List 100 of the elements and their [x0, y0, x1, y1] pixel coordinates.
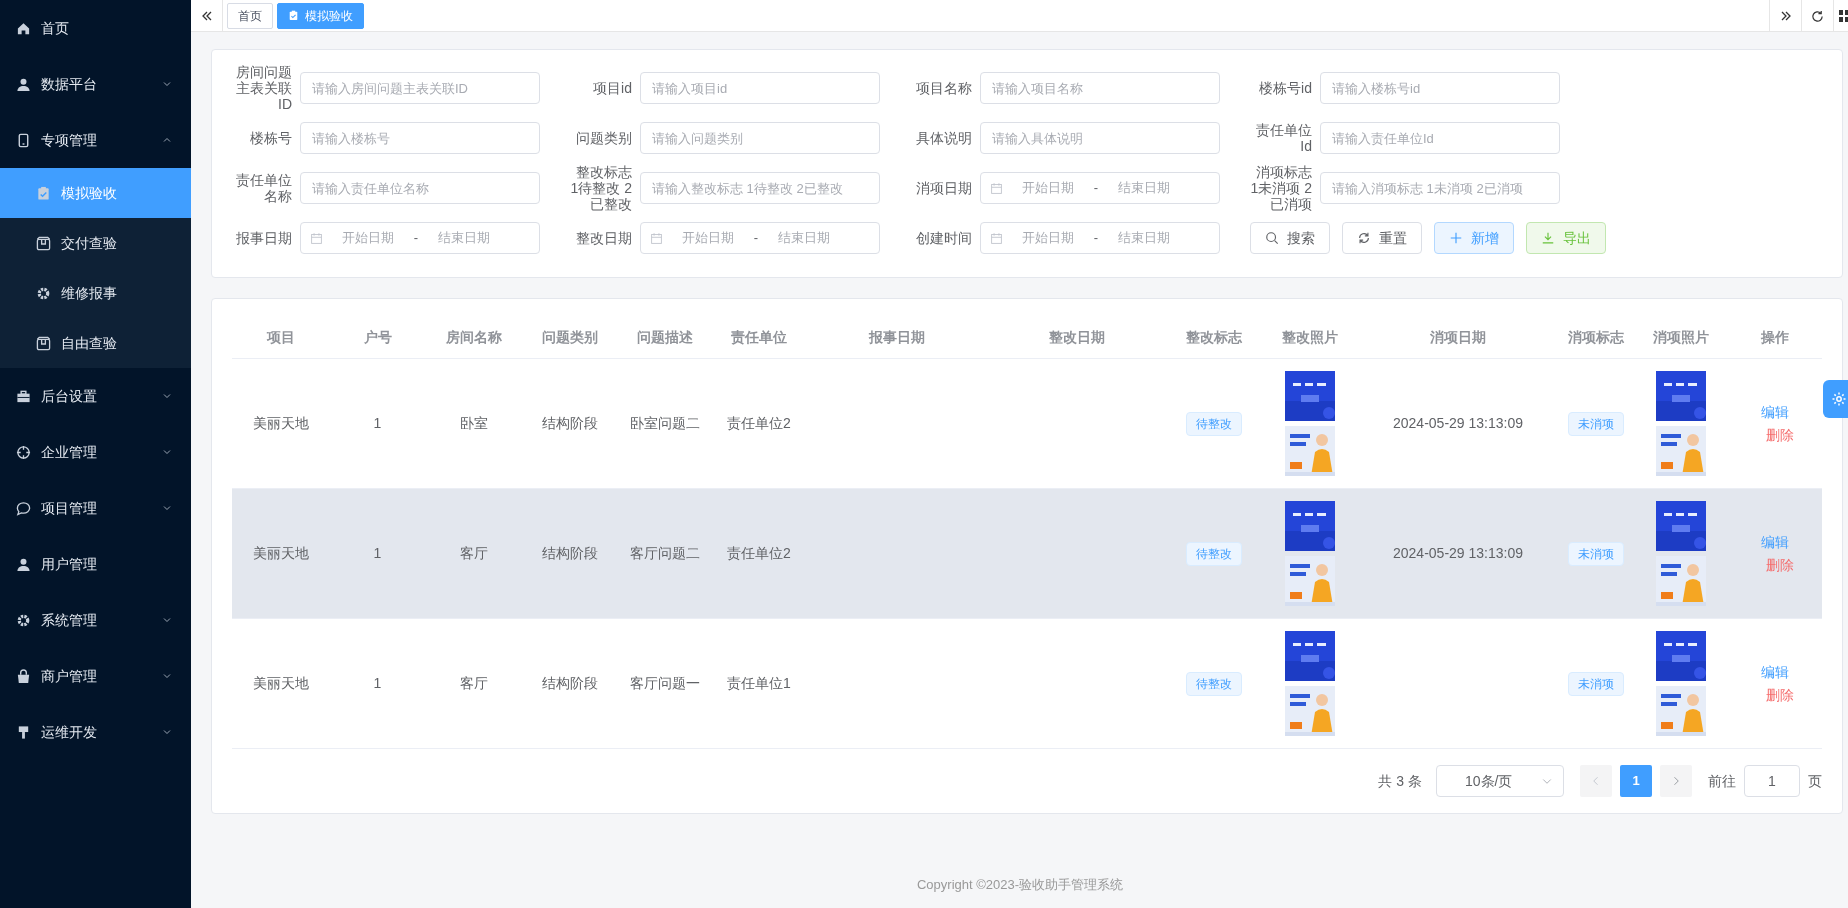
table-cell-text: 结构阶段 — [541, 414, 598, 433]
column-header: 消项照片 — [1653, 328, 1709, 347]
column-header: 消项标志 — [1568, 328, 1624, 347]
sidebar-item[interactable]: 数据平台 — [0, 56, 191, 112]
date-range-field[interactable]: 开始日期 - 结束日期 — [980, 172, 1220, 204]
clipboard-check-icon — [288, 10, 299, 21]
tab[interactable]: 首页 — [227, 2, 273, 29]
column-header: 操作 — [1761, 328, 1789, 347]
column-header: 问题描述 — [636, 328, 693, 347]
reset-button[interactable]: 重置 — [1342, 222, 1422, 254]
submenu-item[interactable]: 维修报事 — [0, 268, 191, 318]
table-cell-text: 责任单位2 — [727, 544, 791, 563]
column-header: 整改照片 — [1282, 328, 1338, 347]
submenu-item[interactable]: 自由查验 — [0, 318, 191, 368]
briefcase-icon — [16, 388, 31, 404]
column-header: 户号 — [363, 328, 392, 347]
page-size-select[interactable]: 10条/页 — [1436, 765, 1564, 797]
sidebar-item[interactable]: 专项管理 — [0, 112, 191, 168]
field-label: 消项日期 — [915, 180, 972, 196]
date-range-field[interactable]: 开始日期 - 结束日期 — [980, 222, 1220, 254]
home-icon — [16, 20, 31, 36]
page-suffix: 页 — [1808, 771, 1822, 791]
field-label: 楼栋号 — [249, 130, 292, 146]
sidebar-item[interactable]: 企业管理 — [0, 424, 191, 480]
double-left-icon — [200, 9, 213, 22]
field-label: 项目id — [592, 80, 632, 96]
input-field[interactable]: 请输入项目名称 — [980, 72, 1220, 104]
column-header: 问题类别 — [541, 328, 598, 347]
status-tag: 待整改 — [1186, 411, 1242, 436]
field-label: 责任单位名称 — [235, 172, 292, 204]
phone-icon — [16, 132, 31, 148]
table-cell-text: 2024-05-29 13:13:09 — [1393, 544, 1523, 563]
input-field[interactable]: 请输入房间问题主表关联ID — [300, 72, 540, 104]
column-header: 项目 — [267, 328, 295, 347]
total-count: 共 3 条 — [1378, 771, 1422, 791]
field-label: 消项标志 1未消项 2已消项 — [1250, 164, 1312, 212]
date-range-field[interactable]: 开始日期 - 结束日期 — [300, 222, 540, 254]
field-label: 楼栋号id — [1258, 80, 1312, 96]
gear-icon — [36, 285, 51, 301]
table-cell-text: 客厅 — [459, 544, 488, 563]
sidebar-item[interactable]: 商户管理 — [0, 648, 191, 704]
table-cell-text: 责任单位1 — [727, 674, 791, 693]
calendar-icon — [650, 231, 663, 245]
sidebar-item[interactable]: 系统管理 — [0, 592, 191, 648]
field-label: 责任单位Id — [1255, 122, 1312, 154]
sidebar-item[interactable]: 首页 — [0, 0, 191, 56]
settings-button[interactable] — [1823, 380, 1848, 418]
table-cell-text: 结构阶段 — [541, 544, 598, 563]
table-cell-text: 责任单位2 — [727, 414, 791, 433]
field-label: 问题类别 — [575, 130, 632, 146]
column-header: 责任单位 — [731, 328, 787, 347]
box-icon — [36, 335, 51, 351]
input-field[interactable]: 请输入楼栋号 — [300, 122, 540, 154]
field-label: 整改标志 1待整改 2已整改 — [570, 164, 632, 212]
input-field[interactable]: 请输入楼栋号id — [1320, 72, 1560, 104]
field-label: 房间问题主表关联ID — [235, 64, 292, 112]
input-field[interactable]: 请输入具体说明 — [980, 122, 1220, 154]
gear-icon — [16, 612, 31, 628]
search-button[interactable]: 搜索 — [1250, 222, 1330, 254]
table-cell-text: 卧室 — [459, 414, 488, 433]
table-cell-text: 1 — [373, 414, 382, 433]
settings-icon — [1831, 391, 1847, 407]
crosshair-icon — [16, 444, 31, 460]
refresh-icon — [1811, 9, 1824, 23]
field-label: 创建时间 — [915, 230, 972, 246]
input-field[interactable]: 请输入项目id — [640, 72, 880, 104]
page-input[interactable]: 1 — [1744, 765, 1800, 797]
box-icon — [36, 235, 51, 251]
sidebar-item[interactable]: 项目管理 — [0, 480, 191, 536]
plus-icon — [1449, 231, 1463, 245]
input-field[interactable]: 请输入问题类别 — [640, 122, 880, 154]
sidebar-item[interactable]: 后台设置 — [0, 368, 191, 424]
field-label: 具体说明 — [915, 130, 972, 146]
table-cell-text: 美丽天地 — [253, 544, 309, 563]
input-field[interactable]: 请输入整改标志 1待整改 2已整改 — [640, 172, 880, 204]
double-right-icon — [1779, 10, 1792, 22]
input-field[interactable]: 请输入责任单位名称 — [300, 172, 540, 204]
column-header: 房间名称 — [445, 328, 502, 347]
user-icon — [16, 76, 31, 92]
table-cell-text: 客厅问题一 — [629, 674, 700, 693]
search-icon — [1265, 231, 1279, 245]
status-tag: 未消项 — [1568, 671, 1624, 696]
sidebar-item[interactable]: 运维开发 — [0, 704, 191, 760]
table-cell-text: 1 — [373, 674, 382, 693]
table-cell-text: 客厅问题二 — [629, 544, 700, 563]
table-cell-text: 结构阶段 — [541, 674, 598, 693]
sidebar-item[interactable]: 用户管理 — [0, 536, 191, 592]
submenu-item[interactable]: 交付查验 — [0, 218, 191, 268]
goto-label: 前往 — [1708, 771, 1736, 791]
chat-bubble-icon — [16, 500, 31, 516]
status-tag: 待整改 — [1186, 541, 1242, 566]
date-range-field[interactable]: 开始日期 - 结束日期 — [640, 222, 880, 254]
table-cell-text: 美丽天地 — [253, 674, 309, 693]
copyright-text: Copyright ©2023-验收助手管理系统 — [916, 875, 1124, 894]
input-field[interactable]: 请输入责任单位Id — [1320, 122, 1560, 154]
calendar-icon — [990, 231, 1003, 245]
field-label: 项目名称 — [915, 80, 972, 96]
input-field[interactable]: 请输入消项标志 1未消项 2已消项 — [1320, 172, 1560, 204]
grid-button[interactable] — [1833, 0, 1848, 32]
column-header: 消项日期 — [1430, 328, 1486, 347]
